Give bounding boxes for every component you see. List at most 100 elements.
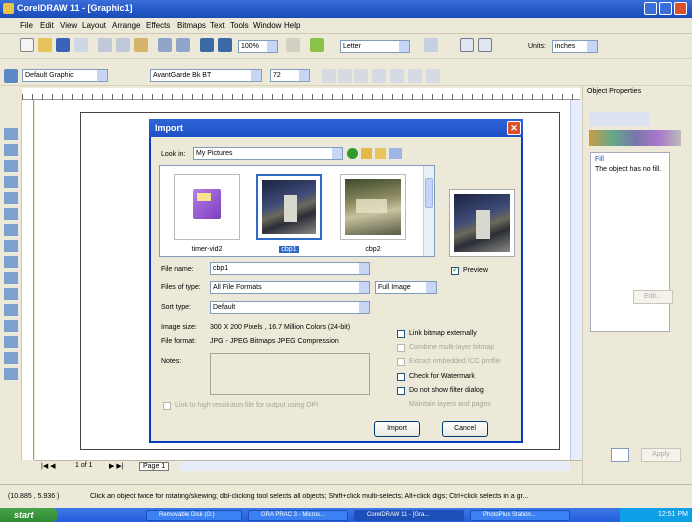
import-icon[interactable] xyxy=(200,38,214,52)
link-bitmap-checkbox[interactable] xyxy=(397,330,405,338)
fill-tool-icon[interactable] xyxy=(4,352,18,364)
save-icon[interactable] xyxy=(56,38,70,52)
underline-icon[interactable] xyxy=(354,69,368,83)
back-icon[interactable] xyxy=(347,148,358,159)
print-icon[interactable] xyxy=(74,38,88,52)
menu-text[interactable]: Text xyxy=(210,21,225,30)
close-icon[interactable]: ✕ xyxy=(507,121,521,135)
view-menu-icon[interactable] xyxy=(389,148,402,159)
thumbnail-timer-vid2[interactable] xyxy=(174,174,240,240)
sort-type-combo[interactable]: Default xyxy=(210,301,370,314)
vertical-ruler[interactable] xyxy=(22,100,34,460)
scroll-thumb[interactable] xyxy=(425,178,433,208)
interactive-fill-tool-icon[interactable] xyxy=(4,368,18,380)
vertical-scrollbar[interactable] xyxy=(570,100,582,460)
bold-icon[interactable] xyxy=(322,69,336,83)
corel-online-icon[interactable] xyxy=(310,38,324,52)
check-watermark-checkbox[interactable] xyxy=(397,373,405,381)
task-word-doc[interactable]: GRA PRAC 3 - Micros... xyxy=(248,510,348,521)
paper-type-combo[interactable]: Letter xyxy=(340,40,410,53)
landscape-icon[interactable] xyxy=(478,38,492,52)
copy-icon[interactable] xyxy=(116,38,130,52)
apply-button[interactable]: Apply xyxy=(641,448,681,462)
text-format-icon[interactable] xyxy=(426,69,440,83)
menu-help[interactable]: Help xyxy=(284,21,300,30)
portrait-icon[interactable] xyxy=(460,38,474,52)
basic-shapes-tool-icon[interactable] xyxy=(4,272,18,284)
rectangle-tool-icon[interactable] xyxy=(4,224,18,236)
eyedropper-tool-icon[interactable] xyxy=(4,320,18,332)
import-button[interactable]: Import xyxy=(374,421,420,437)
zoom-combo[interactable]: 100% xyxy=(238,40,278,53)
smart-fill-tool-icon[interactable] xyxy=(4,208,18,220)
preview-checkbox[interactable] xyxy=(451,265,459,275)
full-image-combo[interactable]: Full Image xyxy=(375,281,437,294)
edit-button[interactable]: Edit... xyxy=(633,290,673,304)
cancel-button[interactable]: Cancel xyxy=(442,421,488,437)
font-size-combo[interactable]: 72 xyxy=(270,69,310,82)
text-tool-icon[interactable] xyxy=(4,288,18,300)
up-folder-icon[interactable] xyxy=(361,148,372,159)
open-icon[interactable] xyxy=(38,38,52,52)
bullet-icon[interactable] xyxy=(390,69,404,83)
file-name-input[interactable]: cbp1 xyxy=(210,262,370,275)
docker-tabs[interactable] xyxy=(589,112,649,126)
zoom-tool-icon[interactable] xyxy=(4,176,18,188)
menu-view[interactable]: View xyxy=(60,21,77,30)
ellipse-tool-icon[interactable] xyxy=(4,240,18,252)
task-removable-disk[interactable]: Removable Disk (G:) xyxy=(146,510,242,521)
menu-file[interactable]: File xyxy=(20,21,33,30)
indent-icon[interactable] xyxy=(408,69,422,83)
graphic-style-combo[interactable]: Default Graphic xyxy=(22,69,108,82)
no-filter-dialog-checkbox[interactable] xyxy=(397,387,405,395)
shape-tool-icon[interactable] xyxy=(4,144,18,156)
fill-type-buttons[interactable] xyxy=(589,130,681,146)
next-page-button[interactable]: ▶ ▶| xyxy=(109,462,124,470)
menu-tools[interactable]: Tools xyxy=(230,21,249,30)
pick-tool-icon[interactable] xyxy=(4,128,18,140)
thumbnail-cbp1[interactable] xyxy=(256,174,322,240)
application-launcher-icon[interactable] xyxy=(286,38,300,52)
interactive-blend-tool-icon[interactable] xyxy=(4,304,18,316)
polygon-tool-icon[interactable] xyxy=(4,256,18,268)
close-window-button[interactable] xyxy=(674,2,687,15)
menu-arrange[interactable]: Arrange xyxy=(112,21,140,30)
menu-edit[interactable]: Edit xyxy=(40,21,54,30)
thumbnail-scrollbar[interactable] xyxy=(423,166,434,256)
files-of-type-combo[interactable]: All File Formats xyxy=(210,281,370,294)
outline-tool-icon[interactable] xyxy=(4,336,18,348)
page-tab[interactable]: Page 1 xyxy=(139,462,170,471)
italic-icon[interactable] xyxy=(338,69,352,83)
freehand-tool-icon[interactable] xyxy=(4,192,18,204)
lock-icon[interactable] xyxy=(611,448,629,462)
link-hires-checkbox[interactable] xyxy=(163,402,171,410)
maximize-button[interactable] xyxy=(659,2,672,15)
extract-icc-checkbox[interactable] xyxy=(397,358,405,366)
redo-icon[interactable] xyxy=(176,38,190,52)
menu-layout[interactable]: Layout xyxy=(82,21,106,30)
horizontal-ruler[interactable] xyxy=(22,88,580,100)
task-photoplus[interactable]: PhotoPlus Station... xyxy=(470,510,570,521)
undo-icon[interactable] xyxy=(158,38,172,52)
new-icon[interactable] xyxy=(20,38,34,52)
combine-multilayer-checkbox[interactable] xyxy=(397,344,405,352)
new-folder-icon[interactable] xyxy=(375,148,386,159)
minimize-button[interactable] xyxy=(644,2,657,15)
cut-icon[interactable] xyxy=(98,38,112,52)
task-coreldraw[interactable]: CorelDRAW 11 - [Gra... xyxy=(354,510,464,521)
font-combo[interactable]: AvantGarde Bk BT xyxy=(150,69,262,82)
paste-icon[interactable] xyxy=(134,38,148,52)
export-icon[interactable] xyxy=(218,38,232,52)
horizontal-scrollbar[interactable] xyxy=(180,461,570,471)
align-icon[interactable] xyxy=(372,69,386,83)
menu-effects[interactable]: Effects xyxy=(146,21,170,30)
file-thumbnail-list[interactable]: timer-vid2 cbp1 cbp2 xyxy=(159,165,435,257)
start-button[interactable]: start xyxy=(0,508,58,522)
look-in-combo[interactable]: My Pictures xyxy=(193,147,343,160)
thumbnail-cbp2[interactable] xyxy=(340,174,406,240)
menu-window[interactable]: Window xyxy=(253,21,281,30)
paper-size-icon[interactable] xyxy=(424,38,438,52)
first-page-button[interactable]: |◀ ◀ xyxy=(41,462,56,470)
coreldraw-app-icon[interactable] xyxy=(3,3,14,14)
units-combo[interactable]: inches xyxy=(552,40,598,53)
